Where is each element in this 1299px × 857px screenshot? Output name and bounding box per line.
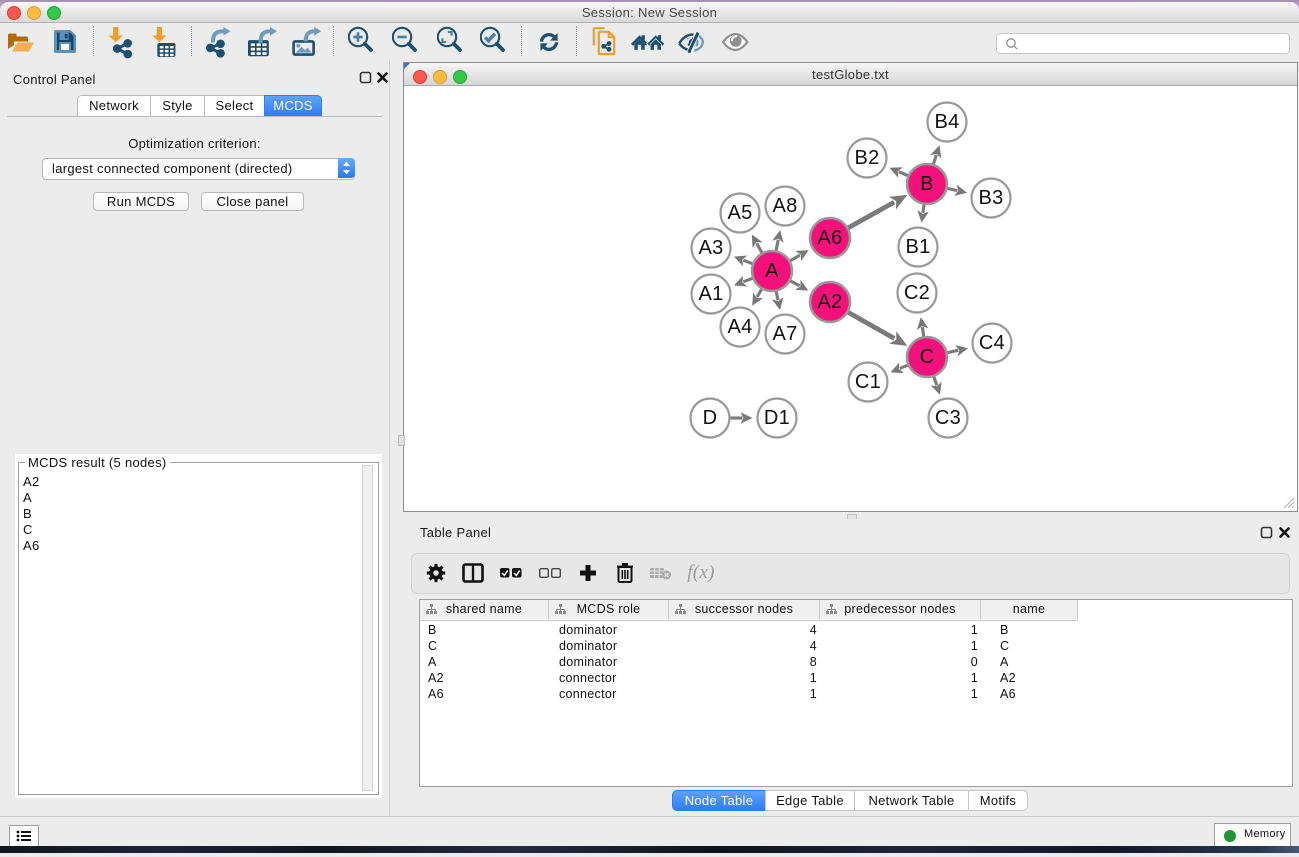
svg-text:A5: A5 — [727, 202, 752, 224]
svg-text:A4: A4 — [727, 316, 752, 338]
svg-text:f(x): f(x) — [687, 562, 715, 583]
svg-text:C2: C2 — [904, 282, 930, 304]
svg-text:A8: A8 — [772, 195, 797, 217]
svg-text:C: C — [920, 346, 935, 368]
svg-text:A7: A7 — [772, 323, 797, 345]
svg-text:A: A — [765, 260, 779, 282]
svg-text:D1: D1 — [764, 407, 790, 429]
svg-text:B2: B2 — [854, 147, 879, 169]
svg-text:B3: B3 — [978, 187, 1003, 209]
svg-text:B: B — [920, 173, 934, 195]
svg-text:B4: B4 — [934, 111, 959, 133]
svg-text:A2: A2 — [817, 291, 842, 313]
svg-text:A1: A1 — [698, 283, 723, 305]
svg-text:A3: A3 — [698, 237, 723, 259]
svg-text:C1: C1 — [855, 371, 881, 393]
svg-text:C3: C3 — [935, 407, 961, 429]
svg-text:C4: C4 — [979, 332, 1005, 354]
svg-text:A6: A6 — [817, 227, 842, 249]
svg-text:B1: B1 — [905, 236, 930, 258]
svg-text:D: D — [703, 407, 718, 429]
